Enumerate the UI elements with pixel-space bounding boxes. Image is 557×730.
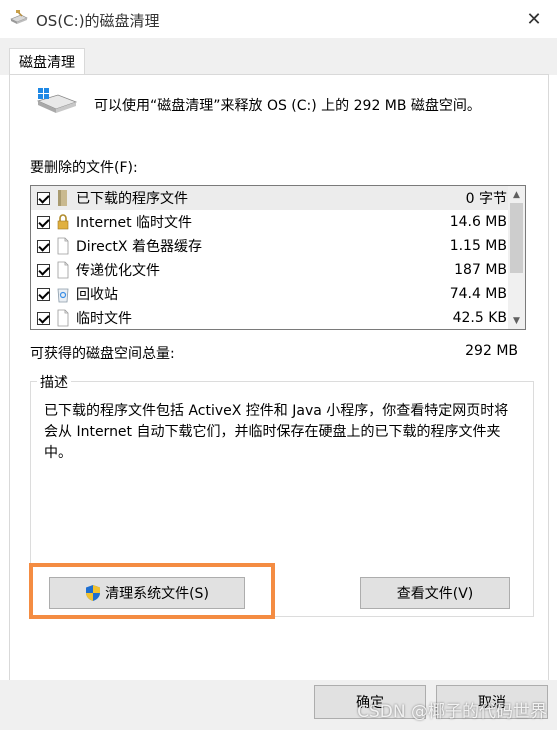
- lock-icon: [56, 213, 70, 231]
- description-text: 已下载的程序文件包括 ActiveX 控件和 Java 小程序，你查看特定网页时…: [44, 403, 509, 461]
- space-gain-value: 292 MB: [465, 343, 518, 359]
- file-list-item[interactable]: Internet 临时文件 14.6 MB: [31, 210, 509, 234]
- file-size: 14.6 MB: [449, 214, 507, 230]
- file-name: 已下载的程序文件: [76, 191, 188, 207]
- file-checkbox[interactable]: [37, 191, 50, 205]
- highlight-annotation-box: [29, 563, 275, 619]
- file-icon: [56, 237, 70, 255]
- files-to-delete-label: 要删除的文件(F):: [30, 160, 138, 176]
- window-title: OS(C:)的磁盘清理: [36, 12, 160, 30]
- file-list[interactable]: 已下载的程序文件 0 字节 Internet 临时文件 14.6 MB DirectX …: [30, 185, 526, 330]
- vertical-scrollbar[interactable]: ▲ ▼: [508, 186, 525, 329]
- folder-icon: [56, 189, 70, 207]
- file-name: Internet 临时文件: [76, 215, 193, 231]
- close-icon: ✕: [526, 8, 542, 30]
- file-checkbox[interactable]: [37, 215, 50, 229]
- title-bar: OS(C:)的磁盘清理 ✕: [0, 0, 557, 38]
- recycle-bin-icon: [56, 285, 70, 303]
- file-size: 1.15 MB: [449, 238, 507, 254]
- file-list-item[interactable]: 临时文件 42.5 KB: [31, 306, 509, 329]
- file-list-item[interactable]: 传递优化文件 187 MB: [31, 258, 509, 282]
- file-size: 0 字节: [465, 191, 507, 207]
- file-name: 回收站: [76, 287, 118, 303]
- summary-text: 可以使用“磁盘清理”来释放 OS (C:) 上的 292 MB 磁盘空间。: [94, 98, 481, 114]
- file-icon: [56, 309, 70, 327]
- file-list-item[interactable]: 已下载的程序文件 0 字节: [31, 186, 509, 210]
- file-list-item[interactable]: 回收站 74.4 MB: [31, 282, 509, 306]
- file-checkbox[interactable]: [37, 311, 50, 325]
- scroll-down-icon[interactable]: ▼: [508, 312, 525, 329]
- file-size: 187 MB: [454, 262, 507, 278]
- scroll-up-icon[interactable]: ▲: [508, 186, 525, 203]
- tab-disk-cleanup[interactable]: 磁盘清理: [9, 48, 85, 75]
- file-checkbox[interactable]: [37, 263, 50, 277]
- file-icon: [56, 261, 70, 279]
- file-size: 74.4 MB: [449, 286, 507, 302]
- scroll-thumb[interactable]: [510, 203, 523, 273]
- file-checkbox[interactable]: [37, 287, 50, 301]
- disk-cleanup-app-icon: [10, 10, 28, 24]
- description-title: 描述: [37, 372, 71, 392]
- file-checkbox[interactable]: [37, 239, 50, 253]
- close-button[interactable]: ✕: [511, 0, 557, 38]
- tab-strip: 磁盘清理: [0, 38, 557, 75]
- file-name: 临时文件: [76, 311, 132, 327]
- view-files-label: 查看文件(V): [396, 586, 474, 602]
- space-gain-label: 可获得的磁盘空间总量:: [30, 346, 175, 362]
- file-name: DirectX 着色器缓存: [76, 239, 202, 255]
- file-name: 传递优化文件: [76, 263, 160, 279]
- file-size: 42.5 KB: [452, 310, 507, 326]
- watermark: CSDN @椰子的代码世界: [357, 702, 547, 722]
- view-files-button[interactable]: 查看文件(V): [360, 577, 510, 609]
- tab-label: 磁盘清理: [19, 55, 75, 71]
- file-list-item[interactable]: DirectX 着色器缓存 1.15 MB: [31, 234, 509, 258]
- drive-icon: [36, 88, 78, 113]
